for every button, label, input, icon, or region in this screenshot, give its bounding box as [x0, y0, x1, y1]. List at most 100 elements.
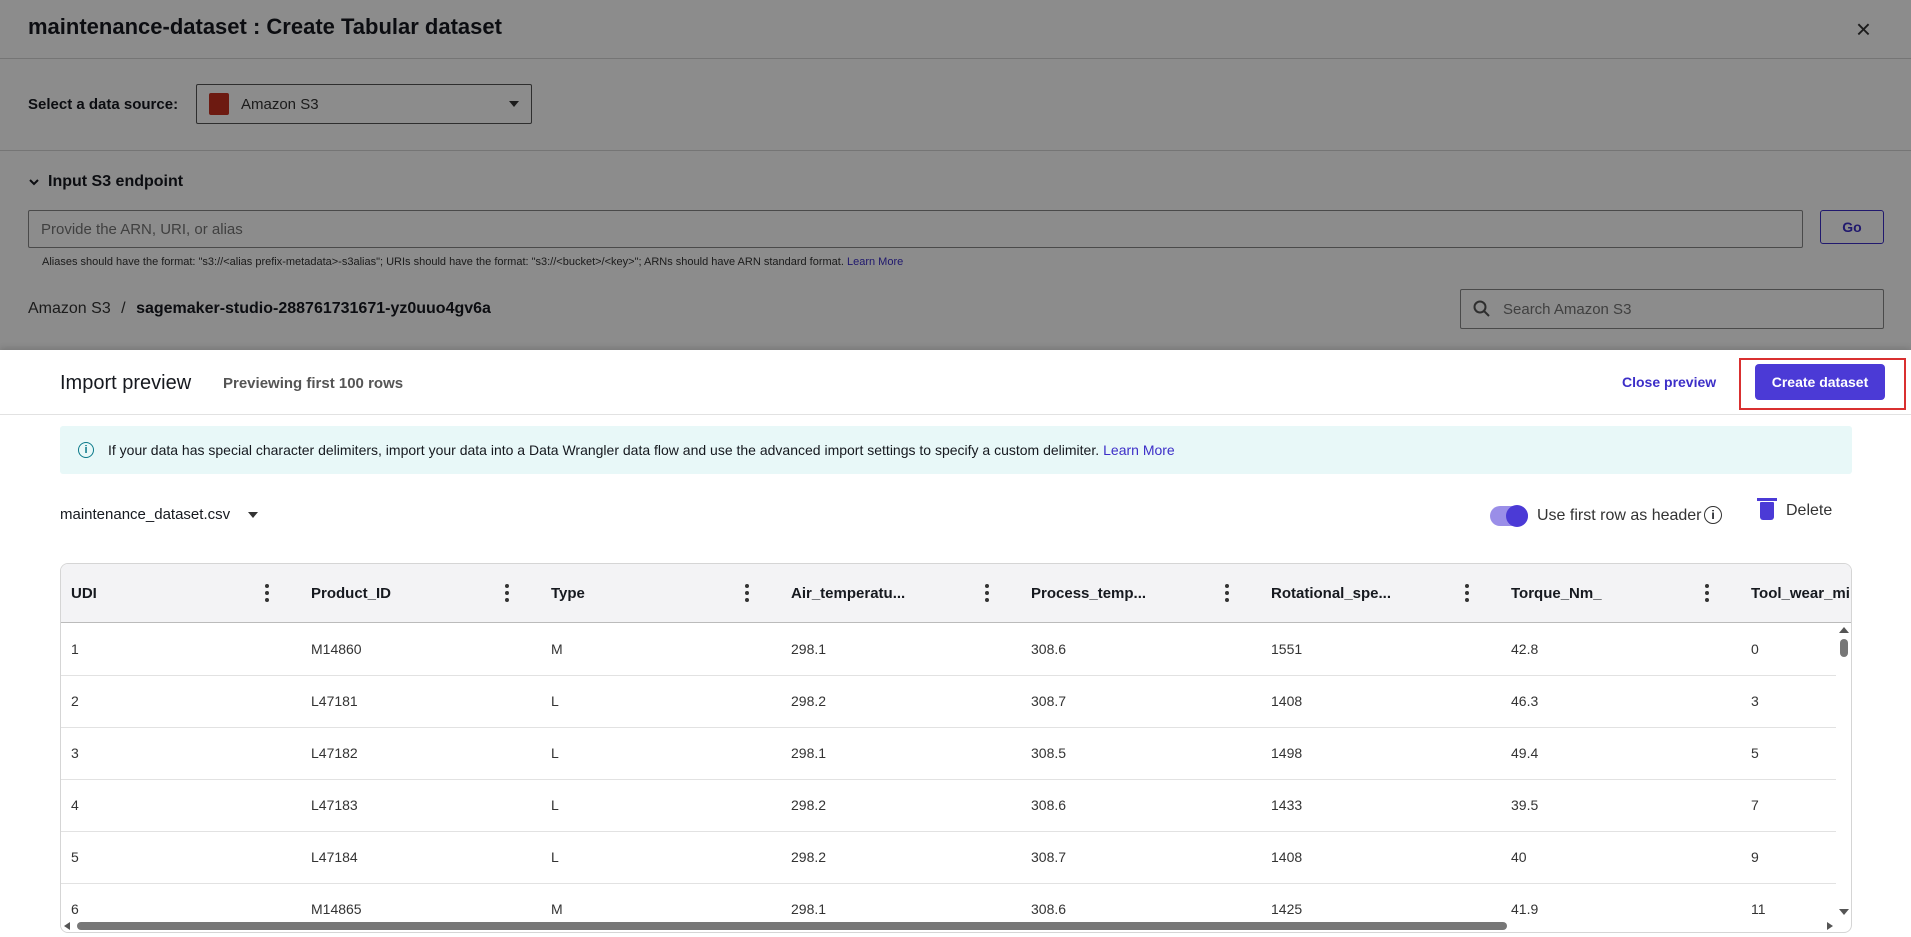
table-body: 1 M14860 M 298.1 308.6 1551 42.8 0 2 L47181 L 298.2… — [61, 623, 1836, 919]
column-menu-icon[interactable] — [505, 584, 509, 602]
info-learn-more-link[interactable]: Learn More — [1103, 442, 1175, 458]
column-header-label: Type — [551, 584, 585, 602]
column-header[interactable]: UDI — [61, 564, 301, 622]
table-cell: 46.3 — [1511, 693, 1539, 709]
column-header[interactable]: Product_ID — [301, 564, 541, 622]
import-preview-panel: Import preview Previewing first 100 rows… — [0, 350, 1911, 937]
table-cell: 3 — [71, 745, 79, 761]
column-menu-icon[interactable] — [1225, 584, 1229, 602]
column-menu-icon[interactable] — [265, 584, 269, 602]
breadcrumb-root[interactable]: Amazon S3 — [28, 300, 111, 317]
table-cell: L47182 — [311, 745, 358, 761]
info-icon[interactable]: i — [1704, 506, 1722, 524]
column-menu-icon[interactable] — [745, 584, 749, 602]
info-text: If your data has special character delim… — [108, 442, 1100, 458]
file-select[interactable]: maintenance_dataset.csv — [60, 506, 259, 523]
table-cell: 308.7 — [1031, 693, 1067, 709]
preview-table: UDI Product_ID Type Air_temperatu... Process… — [60, 563, 1852, 933]
table-cell: 3 — [1751, 693, 1759, 709]
header-toggle-label: Use first row as header — [1537, 507, 1702, 524]
column-header[interactable]: Process_temp... — [1021, 564, 1261, 622]
data-source-label: Select a data source: — [28, 96, 179, 113]
table-cell: M — [551, 901, 563, 917]
table-cell: 298.1 — [791, 641, 827, 657]
scroll-left-icon[interactable] — [64, 922, 70, 930]
column-menu-icon[interactable] — [985, 584, 989, 602]
input-s3-endpoint-toggle[interactable]: Input S3 endpoint — [28, 173, 183, 191]
caret-down-icon — [509, 101, 519, 107]
table-cell: 1425 — [1271, 901, 1303, 917]
column-header-label: Process_temp... — [1031, 584, 1147, 602]
table-cell: L47183 — [311, 797, 358, 813]
table-cell: L — [551, 693, 559, 709]
table-cell: 308.6 — [1031, 641, 1067, 657]
column-header[interactable]: Torque_Nm_ — [1501, 564, 1741, 622]
horizontal-scrollbar[interactable] — [61, 919, 1836, 932]
column-header[interactable]: Air_temperatu... — [781, 564, 1021, 622]
divider — [0, 150, 1911, 151]
table-cell: 1408 — [1271, 849, 1303, 865]
table-cell: M — [551, 641, 563, 657]
scroll-up-icon[interactable] — [1839, 627, 1849, 633]
table-cell: 40 — [1511, 849, 1527, 865]
create-dataset-button[interactable]: Create dataset — [1755, 364, 1885, 400]
amazon-s3-icon — [209, 93, 229, 115]
column-header[interactable]: Tool_wear_mi — [1741, 564, 1851, 622]
column-header[interactable]: Type — [541, 564, 781, 622]
scroll-right-icon[interactable] — [1827, 922, 1833, 930]
column-header-label: UDI — [71, 584, 97, 602]
close-preview-link[interactable]: Close preview — [1622, 374, 1716, 390]
search-input[interactable] — [1501, 299, 1865, 319]
column-header-label: Tool_wear_mi — [1751, 584, 1850, 602]
toggle-knob — [1506, 505, 1528, 527]
column-header-label: Rotational_spe... — [1271, 584, 1392, 602]
delete-button[interactable]: Delete — [1757, 498, 1833, 520]
scroll-thumb[interactable] — [1840, 639, 1848, 657]
table-cell: 7 — [1751, 797, 1759, 813]
table-cell: L47181 — [311, 693, 358, 709]
import-preview-title: Import preview — [60, 372, 192, 394]
table-cell: L — [551, 797, 559, 813]
table-cell: 5 — [71, 849, 79, 865]
data-source-value: Amazon S3 — [241, 95, 319, 113]
column-menu-icon[interactable] — [1705, 584, 1709, 602]
file-name: maintenance_dataset.csv — [60, 506, 231, 523]
table-cell: 11 — [1751, 901, 1766, 917]
trash-icon — [1757, 498, 1777, 520]
delete-label: Delete — [1786, 502, 1833, 519]
table-cell: L47184 — [311, 849, 358, 865]
close-icon[interactable]: × — [1856, 14, 1871, 45]
caret-down-icon — [248, 511, 259, 518]
chevron-down-icon — [29, 179, 39, 186]
table-cell: 4 — [71, 797, 79, 813]
table-row: 4 L47183 L 298.2 308.6 1433 39.5 7 — [61, 779, 1836, 832]
table-row: 2 L47181 L 298.2 308.7 1408 46.3 3 — [61, 675, 1836, 728]
column-menu-icon[interactable] — [1465, 584, 1469, 602]
table-cell: 6 — [71, 901, 79, 917]
table-cell: 1408 — [1271, 693, 1303, 709]
learn-more-link[interactable]: Learn More — [847, 256, 903, 268]
data-source-select[interactable]: Amazon S3 — [196, 84, 532, 124]
scroll-down-icon[interactable] — [1839, 909, 1849, 915]
breadcrumb-separator: / — [121, 300, 126, 317]
table-cell: M14860 — [311, 641, 362, 657]
header-row-toggle[interactable] — [1490, 505, 1528, 527]
search-box[interactable] — [1460, 289, 1884, 329]
table-row: 3 L47182 L 298.1 308.5 1498 49.4 5 — [61, 727, 1836, 780]
table-cell: 41.9 — [1511, 901, 1539, 917]
table-cell: 2 — [71, 693, 79, 709]
table-cell: 49.4 — [1511, 745, 1539, 761]
breadcrumb: Amazon S3 / sagemaker-studio-28876173167… — [28, 300, 491, 318]
table-cell: M14865 — [311, 901, 362, 917]
column-header[interactable]: Rotational_spe... — [1261, 564, 1501, 622]
column-header-label: Air_temperatu... — [791, 584, 906, 602]
preview-subtitle: Previewing first 100 rows — [223, 375, 404, 392]
table-cell: 1498 — [1271, 745, 1303, 761]
s3-endpoint-input[interactable] — [28, 210, 1803, 248]
table-cell: L — [551, 849, 559, 865]
table-cell: 39.5 — [1511, 797, 1539, 813]
go-button[interactable]: Go — [1820, 210, 1884, 244]
table-row: 6 M14865 M 298.1 308.6 1425 41.9 11 — [61, 883, 1836, 919]
scroll-thumb[interactable] — [77, 922, 1507, 930]
vertical-scrollbar[interactable] — [1836, 623, 1851, 919]
